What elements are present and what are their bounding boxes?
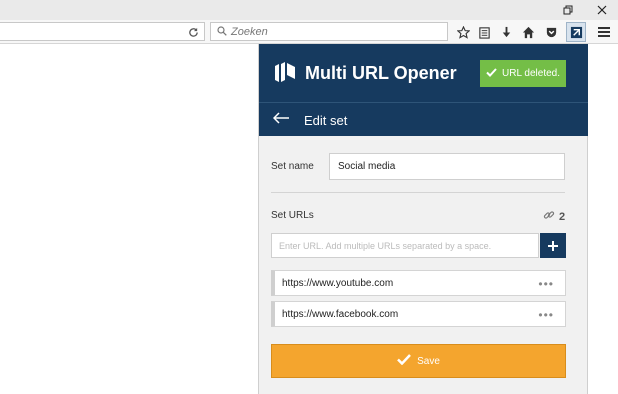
multi-url-opener-logo-icon <box>273 60 297 84</box>
page-content-area <box>0 45 258 394</box>
url-list-item[interactable]: https://www.youtube.com ••• <box>271 270 566 296</box>
url-input[interactable]: Enter URL. Add multiple URLs separated b… <box>271 233 539 258</box>
url-count-value: 2 <box>559 210 566 223</box>
extension-popup: Multi URL Opener URL deleted. Edit set S… <box>258 44 588 394</box>
save-label: Save <box>417 355 440 367</box>
check-icon <box>397 354 412 368</box>
multi-url-opener-extension-icon[interactable] <box>566 22 586 42</box>
section-divider <box>271 192 565 193</box>
restore-window-icon[interactable] <box>554 0 582 20</box>
header-divider <box>259 102 588 103</box>
search-icon <box>217 23 227 41</box>
window-titlebar <box>0 0 618 20</box>
set-name-label: Set name <box>271 161 314 172</box>
search-bar[interactable]: Zoeken <box>210 22 448 41</box>
bookmark-star-icon[interactable] <box>453 22 473 42</box>
url-list-item[interactable]: https://www.facebook.com ••• <box>271 301 566 327</box>
page-subtitle: Edit set <box>304 113 348 128</box>
reading-list-icon[interactable] <box>474 22 494 42</box>
download-icon[interactable] <box>496 22 516 42</box>
more-options-icon[interactable]: ••• <box>538 308 554 322</box>
set-urls-label: Set URLs <box>271 210 314 221</box>
set-name-input[interactable]: Social media <box>329 153 565 180</box>
url-text: https://www.facebook.com <box>282 308 399 320</box>
back-arrow-icon[interactable] <box>272 110 290 127</box>
reload-icon[interactable] <box>186 25 200 39</box>
app-title: Multi URL Opener <box>305 63 457 83</box>
popup-header: Multi URL Opener URL deleted. Edit set <box>259 44 588 136</box>
url-count: 2 <box>543 209 565 224</box>
pocket-icon[interactable] <box>541 22 561 42</box>
browser-toolbar: Zoeken <box>0 20 618 44</box>
save-button[interactable]: Save <box>271 344 566 378</box>
url-text: https://www.youtube.com <box>282 277 394 289</box>
menu-hamburger-icon[interactable] <box>594 22 614 42</box>
address-bar[interactable] <box>0 22 205 41</box>
toast-text: URL deleted. <box>502 68 560 79</box>
url-deleted-toast: URL deleted. <box>480 60 566 87</box>
check-icon <box>486 67 497 80</box>
page-content-area-right <box>588 44 618 394</box>
link-icon <box>543 209 555 224</box>
add-url-button[interactable] <box>540 233 566 258</box>
search-placeholder: Zoeken <box>231 25 268 38</box>
close-window-icon[interactable] <box>588 0 616 20</box>
more-options-icon[interactable]: ••• <box>538 277 554 291</box>
home-icon[interactable] <box>518 22 538 42</box>
